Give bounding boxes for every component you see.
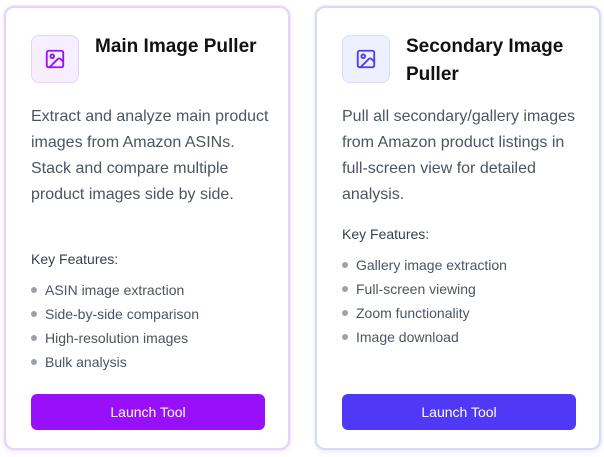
bullet-icon (31, 311, 37, 317)
image-icon (31, 35, 79, 83)
feature-item: Gallery image extraction (342, 253, 507, 277)
card-title: Main Image Puller (95, 36, 257, 57)
bullet-icon (31, 359, 37, 365)
features-list: Gallery image extraction Full-screen vie… (342, 253, 507, 349)
feature-item: ASIN image extraction (31, 278, 199, 302)
feature-item: Image download (342, 325, 507, 349)
feature-item: Full-screen viewing (342, 277, 507, 301)
bullet-icon (342, 286, 348, 292)
features-label: Key Features: (31, 251, 119, 267)
launch-tool-button[interactable]: Launch Tool (31, 394, 265, 430)
bullet-icon (342, 334, 348, 340)
bullet-icon (31, 335, 37, 341)
features-list: ASIN image extraction Side-by-side compa… (31, 278, 199, 374)
main-image-puller-card: Main Image Puller Extract and analyze ma… (4, 6, 290, 450)
launch-tool-button[interactable]: Launch Tool (342, 394, 576, 430)
feature-item: Bulk analysis (31, 350, 199, 374)
card-description: Extract and analyze main product images … (31, 108, 269, 203)
image-icon (342, 35, 390, 83)
features-label: Key Features: (342, 226, 430, 242)
feature-item: High-resolution images (31, 326, 199, 350)
card-description: Pull all secondary/gallery images from A… (342, 108, 575, 203)
bullet-icon (342, 262, 348, 268)
feature-item: Zoom functionality (342, 301, 507, 325)
bullet-icon (31, 287, 37, 293)
card-title: Secondary Image Puller (406, 36, 564, 85)
secondary-image-puller-card: Secondary Image Puller Pull all secondar… (315, 6, 601, 450)
feature-item: Side-by-side comparison (31, 302, 199, 326)
bullet-icon (342, 310, 348, 316)
